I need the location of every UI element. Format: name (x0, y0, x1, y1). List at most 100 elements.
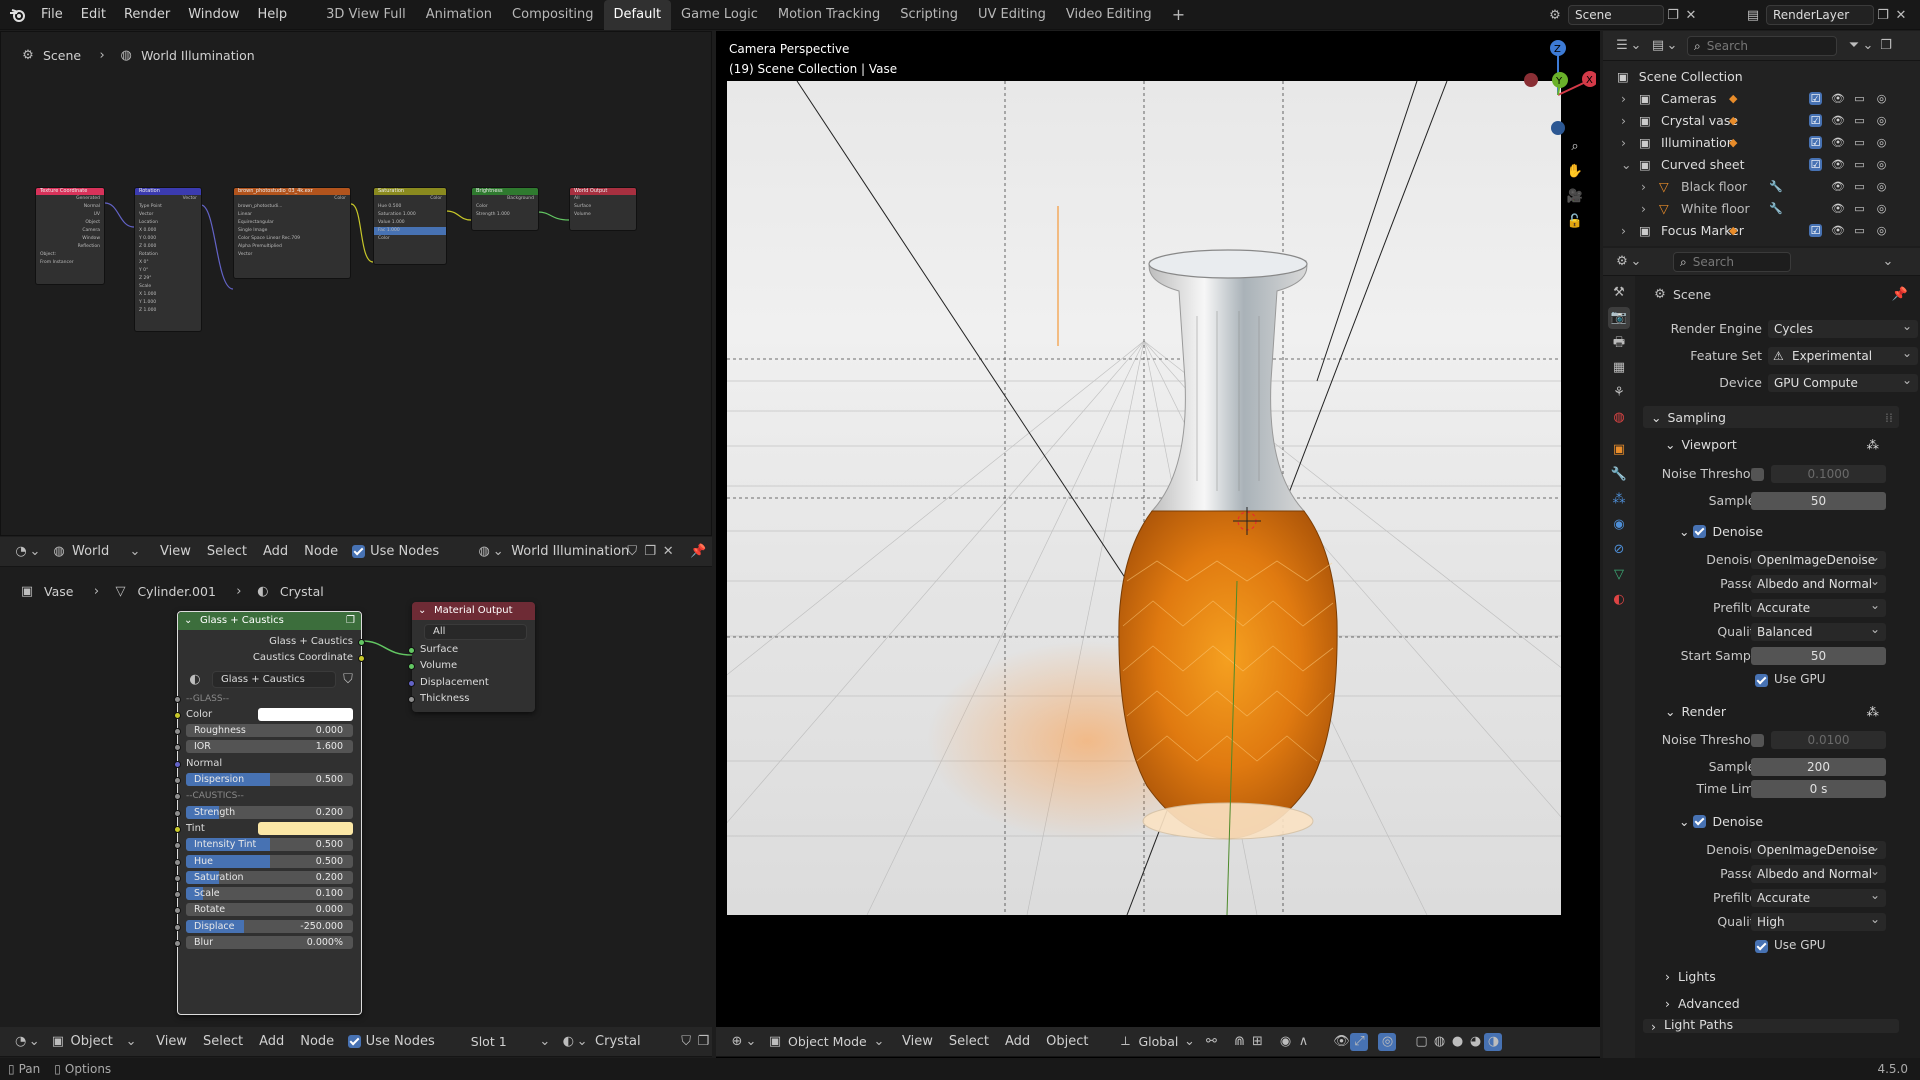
use-nodes-checkbox[interactable] (348, 1035, 361, 1048)
color-swatch[interactable] (258, 707, 353, 721)
tab-scripting[interactable]: Scripting (890, 0, 968, 30)
duplicate-icon[interactable]: ❐ (695, 1033, 712, 1051)
shader-type-select[interactable]: World (72, 544, 130, 559)
mode-select[interactable]: Object Mode (788, 1034, 874, 1049)
modifier-tab-icon[interactable]: 🔧 (1608, 464, 1630, 486)
render-denoise-header[interactable]: ⌄ Denoise (1643, 810, 1899, 832)
monitor-icon[interactable]: ▭ (1853, 202, 1866, 215)
viewport-quality-select[interactable]: Balanced (1751, 623, 1886, 641)
tool-tab-icon[interactable]: ⚒ (1608, 282, 1630, 304)
menu-add[interactable]: Add (251, 1034, 292, 1049)
camera-render-icon[interactable]: ◎ (1875, 158, 1888, 171)
proportional-edit-icon[interactable]: ◉ (1276, 1033, 1294, 1051)
hue-slider[interactable]: Hue 0.500 (186, 854, 353, 868)
editor-type-icon[interactable]: ⊕ (728, 1033, 746, 1051)
properties-search-field[interactable]: ⌕ Search (1673, 251, 1791, 272)
menu-view[interactable]: View (148, 1034, 195, 1049)
object-tab-icon[interactable]: ▣ (1608, 439, 1630, 461)
render-samples-field[interactable]: 200 (1751, 758, 1886, 776)
tab-3d-view-full[interactable]: 3D View Full (316, 0, 416, 30)
eye-icon[interactable]: 👁 (1831, 158, 1845, 171)
xray-icon[interactable]: ▢ (1412, 1033, 1430, 1051)
material-slot-select[interactable]: Slot 1 (471, 1034, 540, 1049)
viewport-prefilter-select[interactable]: Accurate (1751, 599, 1886, 617)
monitor-icon[interactable]: ▭ (1853, 158, 1866, 171)
exclude-checkbox-icon[interactable]: ☑ (1809, 224, 1822, 237)
data-tab-icon[interactable]: ▽ (1608, 564, 1630, 586)
light-paths-panel-header[interactable]: › Light Paths (1643, 1019, 1899, 1033)
eye-icon[interactable]: 👁 (1831, 136, 1845, 149)
navigation-gizmo[interactable]: Z Y X (1496, 37, 1598, 137)
fake-user-shield-icon[interactable]: ⛉ (623, 543, 641, 561)
chevron-down-icon[interactable]: ⌄ (29, 1033, 40, 1051)
shader-input-socket[interactable] (408, 647, 415, 654)
menu-node[interactable]: Node (296, 544, 346, 559)
scene-icon[interactable]: ⚙ (1546, 6, 1564, 24)
node-group-icon[interactable]: ❐ (346, 612, 355, 630)
tab-game-logic[interactable]: Game Logic (671, 0, 768, 30)
chevron-down-icon[interactable]: ⌄ (1631, 37, 1642, 55)
chevron-down-icon[interactable]: ⌄ (126, 1033, 137, 1051)
menu-select[interactable]: Select (941, 1034, 997, 1049)
glass-caustics-group-node[interactable]: ⌄ Glass + Caustics ❐ Glass + Caustics Ca… (174, 611, 365, 1015)
viewport-denoise-header[interactable]: ⌄ Denoise (1643, 520, 1899, 542)
eye-icon[interactable]: 👁 (1831, 114, 1845, 127)
noise-threshold-checkbox[interactable] (1751, 468, 1764, 481)
solid-shading-icon[interactable]: ● (1448, 1033, 1466, 1051)
node-tree-icon[interactable]: ◐ (186, 671, 204, 689)
new-collection-icon[interactable]: ❐ (1877, 37, 1895, 55)
noise-threshold-checkbox[interactable] (1751, 734, 1764, 747)
scale-slider[interactable]: Scale 0.100 (186, 887, 353, 901)
input-socket[interactable] (408, 695, 415, 703)
rotation-node[interactable]: Rotation Vector Type Point Vector Locati… (134, 187, 202, 332)
wireframe-shading-icon[interactable]: ◍ (1430, 1033, 1448, 1051)
chevron-down-icon[interactable]: ⌄ (874, 1033, 885, 1051)
render-engine-select[interactable]: Cycles (1768, 320, 1918, 338)
visibility-icon[interactable]: 👁 (1332, 1033, 1350, 1051)
pin-icon[interactable]: 📌 (689, 543, 707, 561)
tab-video-editing[interactable]: Video Editing (1056, 0, 1162, 30)
chevron-down-icon[interactable]: ⌄ (1631, 253, 1642, 271)
outliner-item[interactable]: › ▣ Illumination ◆ ☑ 👁 ▭ ◎ (1603, 134, 1886, 152)
outliner-item[interactable]: › ▣ Crystal vase ◆ ☑ 👁 ▭ ◎ (1603, 112, 1886, 130)
view-layer-tab-icon[interactable]: ▦ (1608, 357, 1630, 379)
lights-subpanel-header[interactable]: › Lights (1643, 965, 1899, 987)
outliner-search-field[interactable]: ⌕ Search (1687, 35, 1837, 56)
input-socket[interactable] (174, 940, 181, 948)
chevron-right-icon[interactable]: › (1641, 200, 1646, 218)
3d-viewport[interactable]: Camera Perspective (19) Scene Collection… (716, 31, 1600, 1058)
exclude-checkbox-icon[interactable]: ☑ (1809, 136, 1822, 149)
saturation-slider[interactable]: Saturation 0.200 (186, 870, 353, 884)
feature-set-select[interactable]: ⚠ Experimental (1768, 347, 1918, 365)
fake-user-shield-icon[interactable]: ⛉ (677, 1033, 694, 1051)
material-tab-icon[interactable]: ◐ (1608, 589, 1630, 611)
modifier-icon[interactable]: 🔧 (1769, 178, 1783, 196)
tab-uv-editing[interactable]: UV Editing (968, 0, 1056, 30)
render-quality-select[interactable]: High (1751, 913, 1886, 931)
material-output-node[interactable]: ⌄ Material Output All Surface Volume Dis… (408, 602, 535, 712)
camera-render-icon[interactable]: ◎ (1875, 92, 1888, 105)
camera-render-icon[interactable]: ◎ (1875, 114, 1888, 127)
editor-type-icon[interactable]: ⚙ (1613, 253, 1631, 271)
chevron-down-icon[interactable]: ⌄ (539, 1033, 550, 1051)
camera-render-icon[interactable]: ◎ (1875, 136, 1888, 149)
tab-motion-tracking[interactable]: Motion Tracking (768, 0, 890, 30)
menu-node[interactable]: Node (292, 1034, 342, 1049)
menu-render[interactable]: Render (115, 0, 179, 30)
eye-icon[interactable]: 👁 (1831, 180, 1845, 193)
world-output-node[interactable]: World Output All Surface Volume (569, 187, 637, 231)
filter-icon[interactable]: ⏷ (1845, 37, 1863, 55)
input-socket[interactable] (174, 809, 181, 817)
editor-type-icon[interactable]: ☰ (1613, 37, 1631, 55)
monitor-icon[interactable]: ▭ (1853, 180, 1866, 193)
noise-threshold-field[interactable]: 0.0100 (1771, 731, 1886, 749)
render-target-select[interactable]: All (424, 624, 527, 640)
camera-render-icon[interactable]: ◎ (1875, 180, 1888, 193)
outliner-item[interactable]: › ▣ Focus Marker ◆ ☑ 👁 ▭ ◎ (1603, 222, 1886, 240)
camera-badge-3-icon[interactable]: ◆ (1729, 90, 1737, 108)
tint-swatch[interactable] (258, 821, 353, 835)
scene-name-field[interactable]: Scene (1568, 5, 1664, 25)
eye-icon[interactable]: 👁 (1831, 202, 1845, 215)
tab-compositing[interactable]: Compositing (502, 0, 604, 30)
render-layer-field[interactable]: RenderLayer (1766, 5, 1874, 25)
